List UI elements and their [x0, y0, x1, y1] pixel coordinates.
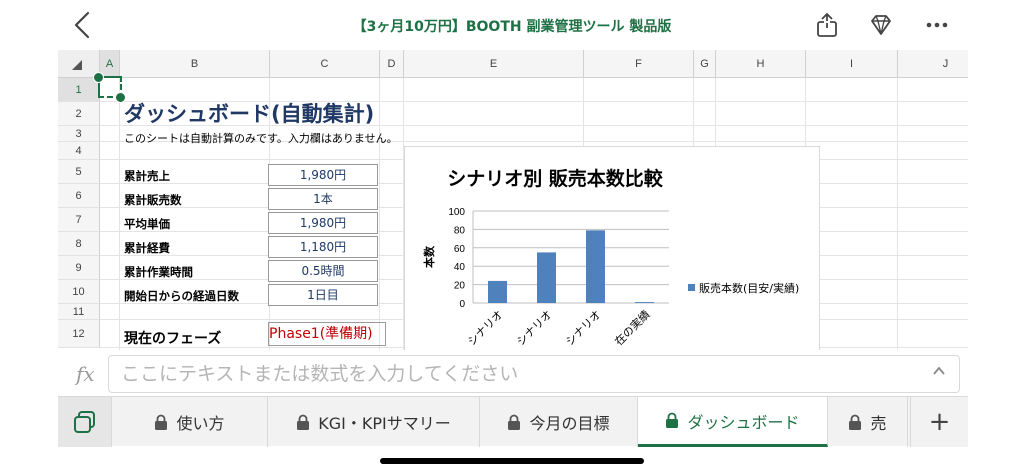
sheet-tab-label: ダッシュボード: [687, 412, 800, 432]
chart-bar: [488, 280, 507, 303]
lock-icon: [849, 414, 862, 430]
selection-handle-top[interactable]: [93, 72, 104, 83]
row-header[interactable]: 8: [58, 232, 100, 256]
y-axis-label: 本数: [422, 245, 436, 268]
formula-bar: fx ここにテキストまたは数式を入力してください: [58, 352, 968, 396]
sales-chart[interactable]: シナリオ別 販売本数比較 0 20 40 60 80 100 本数 シナリオ シナリオ シナリオ 在の…: [404, 146, 820, 350]
metric-label: 平均単価: [124, 217, 170, 231]
sheet-tab-label: KGI・KPIサマリー: [318, 414, 451, 433]
column-header[interactable]: F: [584, 50, 694, 78]
chart-canvas: シナリオ別 販売本数比較020406080100本数シナリオ シナリオ シナリオ 在の…: [422, 167, 799, 348]
column-header[interactable]: I: [806, 50, 898, 78]
row-header[interactable]: 6: [58, 184, 100, 208]
metric-label: 累計作業時間: [124, 265, 193, 279]
chart-bar: [537, 252, 556, 303]
column-header[interactable]: G: [694, 50, 716, 78]
legend-swatch: [688, 284, 695, 291]
dashboard-subtitle: このシートは自動計算のみです。入力欄はありません。: [124, 132, 398, 145]
fx-icon[interactable]: fx: [76, 362, 95, 386]
y-tick-label: 100: [448, 207, 465, 218]
metric-value-cell[interactable]: 1本: [268, 188, 378, 210]
sheets-list-button[interactable]: [58, 397, 112, 447]
gridline: [119, 78, 120, 350]
row-header[interactable]: 10: [58, 280, 100, 304]
row-header[interactable]: 4: [58, 142, 100, 160]
row-header[interactable]: 7: [58, 208, 100, 232]
lock-icon: [297, 414, 310, 430]
sheets-list-icon: [73, 411, 95, 433]
metric-value-cell[interactable]: 1,180円: [268, 236, 378, 258]
lock-icon: [508, 414, 521, 430]
spreadsheet-grid[interactable]: ABCDEFGHIJ 1 2 3 4 5 6 7 8 9 10 11 12 ダッシュボード(自動集計)…: [58, 50, 968, 350]
sheet-tab[interactable]: 使い方: [112, 397, 268, 447]
column-header[interactable]: C: [270, 50, 380, 78]
sheet-tab-bar: 使い方 KGI・KPIサマリー 今月の目標 ダッシュボード 売 +: [58, 396, 968, 447]
metric-value-cell[interactable]: 1,980円: [268, 164, 378, 186]
chart-title: シナリオ別 販売本数比較: [447, 167, 664, 190]
y-tick-label: 20: [454, 281, 466, 292]
sheet-tab[interactable]: KGI・KPIサマリー: [268, 397, 480, 447]
metric-label: 累計経費: [124, 241, 170, 255]
chevron-up-icon[interactable]: [932, 364, 946, 378]
column-header[interactable]: B: [120, 50, 270, 78]
row-header[interactable]: 9: [58, 256, 100, 280]
row-header[interactable]: 3: [58, 126, 100, 142]
metric-value-cell[interactable]: 0.5時間: [268, 260, 378, 282]
x-tick-label: シナリオ: [563, 308, 603, 348]
phase-label: 現在のフェーズ: [124, 331, 222, 347]
metric-label: 累計販売数: [124, 193, 182, 207]
column-header[interactable]: J: [898, 50, 968, 78]
sheet-tab-label: 使い方: [176, 414, 225, 433]
gridline: [379, 78, 380, 350]
formula-input[interactable]: ここにテキストまたは数式を入力してください: [108, 355, 960, 393]
sheet-tab[interactable]: 今月の目標: [480, 397, 638, 447]
row-header[interactable]: 11: [58, 304, 100, 320]
row-header[interactable]: 12: [58, 320, 100, 348]
sheet-tab-label: 今月の目標: [529, 414, 610, 433]
sheet-tab[interactable]: 売: [828, 397, 908, 447]
metric-label: 開始日からの経過日数: [124, 289, 239, 303]
row-header[interactable]: 5: [58, 160, 100, 184]
top-bar: 【3ヶ月10万円】BOOTH 副業管理ツール 製品版: [0, 0, 1024, 50]
y-tick-label: 60: [454, 244, 466, 255]
dashboard-title: ダッシュボード(自動集計): [124, 102, 375, 126]
lock-icon: [155, 414, 168, 430]
row-header[interactable]: 1: [58, 78, 100, 102]
metric-label: 累計売上: [124, 169, 170, 183]
x-tick-label: シナリオ: [514, 308, 554, 348]
more-icon[interactable]: [924, 12, 950, 38]
row-header[interactable]: 2: [58, 102, 100, 126]
add-sheet-button[interactable]: +: [910, 397, 968, 447]
y-tick-label: 80: [454, 225, 466, 236]
gridline: [897, 78, 898, 350]
sheet-tab-label: 売: [870, 414, 887, 433]
metric-value-cell[interactable]: 1日目: [268, 284, 378, 306]
x-tick-label: 在の実績: [612, 307, 653, 348]
phase-value-cell[interactable]: Phase1(準備期): [268, 322, 386, 346]
column-header[interactable]: E: [404, 50, 584, 78]
chart-bar: [635, 302, 654, 303]
y-tick-label: 40: [454, 262, 466, 273]
diamond-icon[interactable]: [868, 12, 894, 38]
share-icon[interactable]: [814, 12, 840, 38]
y-tick-label: 0: [459, 299, 465, 310]
x-tick-label: シナリオ: [465, 308, 505, 348]
chart-bar: [586, 230, 605, 303]
legend-label: 販売本数(目安/実績): [699, 281, 799, 295]
column-header[interactable]: H: [716, 50, 806, 78]
home-indicator: [380, 458, 644, 464]
lock-icon: [666, 412, 679, 428]
column-header[interactable]: D: [380, 50, 404, 78]
sheet-tab[interactable]: ダッシュボード: [638, 397, 828, 447]
metric-value-cell[interactable]: 1,980円: [268, 212, 378, 234]
